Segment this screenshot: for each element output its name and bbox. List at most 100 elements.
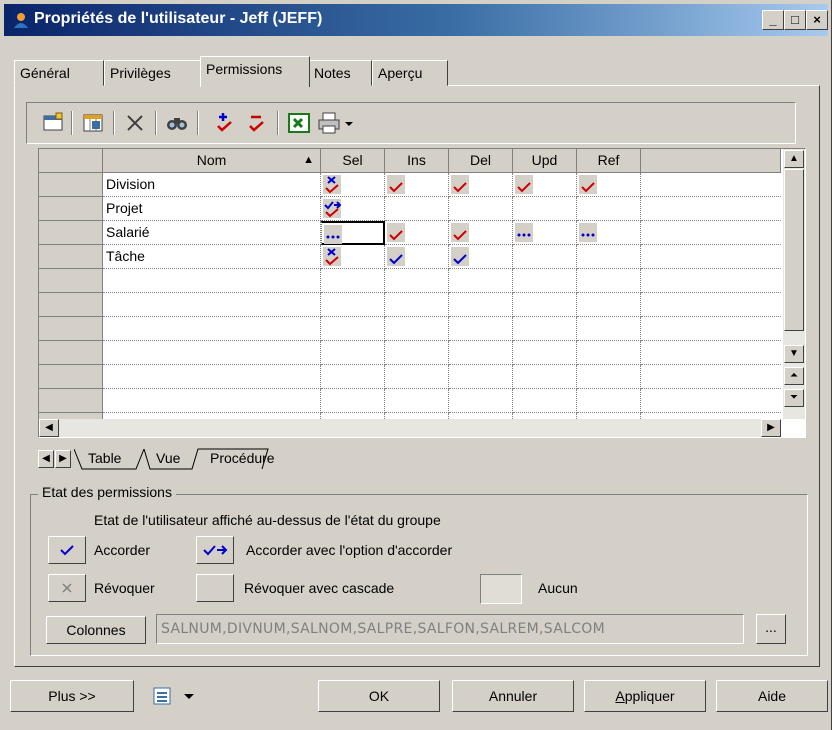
object-name-cell[interactable] — [103, 341, 321, 365]
scroll-thumb[interactable] — [784, 169, 804, 331]
ok-button[interactable]: OK — [318, 680, 440, 712]
permission-cell-sel[interactable] — [321, 173, 385, 197]
permission-cell-upd[interactable] — [513, 293, 577, 317]
vertical-scrollbar[interactable]: ▲ ▼ ⏶ ⏷ — [783, 149, 805, 419]
permission-cell-ins[interactable] — [385, 293, 449, 317]
tab-apercu[interactable]: Aperçu — [372, 60, 448, 86]
column-header-ref[interactable]: Ref — [577, 149, 641, 173]
permission-cell-upd[interactable] — [513, 245, 577, 269]
scroll-top-button[interactable]: ⏶ — [784, 367, 804, 385]
sheet-tab-table[interactable]: Table — [84, 448, 125, 470]
permission-cell-ref[interactable] — [577, 197, 641, 221]
excel-export-icon[interactable] — [287, 111, 311, 135]
permission-cell-ref[interactable] — [577, 389, 641, 413]
permission-cell-ref[interactable] — [577, 341, 641, 365]
row-header[interactable] — [39, 365, 103, 389]
permission-cell-ref[interactable] — [577, 317, 641, 341]
print-icon[interactable] — [317, 111, 341, 135]
sheet-next-button[interactable]: ▶ — [55, 450, 71, 468]
revoke-icon[interactable] — [245, 111, 269, 135]
column-header-nom[interactable]: Nom ▲ — [103, 149, 321, 173]
scroll-right-button[interactable]: ▶ — [761, 419, 781, 437]
permission-cell-del[interactable] — [449, 173, 513, 197]
column-header-upd[interactable]: Upd — [513, 149, 577, 173]
permission-cell-ins[interactable] — [385, 365, 449, 389]
permission-cell-ins[interactable] — [385, 173, 449, 197]
object-name-cell[interactable]: Tâche — [103, 245, 321, 269]
permission-cell-upd[interactable] — [513, 173, 577, 197]
object-name-cell[interactable] — [103, 317, 321, 341]
permission-cell-upd[interactable] — [513, 269, 577, 293]
row-header[interactable] — [39, 245, 103, 269]
properties-icon[interactable] — [41, 111, 65, 135]
permission-cell-sel[interactable] — [321, 293, 385, 317]
permission-cell-sel[interactable] — [321, 365, 385, 389]
scroll-left-button[interactable]: ◀ — [39, 419, 59, 437]
row-header[interactable] — [39, 293, 103, 317]
permission-cell-ins[interactable] — [385, 197, 449, 221]
close-button[interactable]: × — [806, 10, 828, 30]
permission-cell-ref[interactable] — [577, 221, 641, 245]
browse-columns-button[interactable]: ... — [756, 614, 786, 644]
column-header-del[interactable]: Del — [449, 149, 513, 173]
permission-cell-sel[interactable] — [321, 269, 385, 293]
row-header[interactable] — [39, 389, 103, 413]
scroll-up-button[interactable]: ▲ — [784, 150, 804, 168]
row-header[interactable] — [39, 269, 103, 293]
options-dropdown[interactable] — [146, 680, 206, 712]
permission-cell-upd[interactable] — [513, 389, 577, 413]
sheet-prev-button[interactable]: ◀ — [38, 450, 54, 468]
permission-cell-del[interactable] — [449, 197, 513, 221]
column-header-ins[interactable]: Ins — [385, 149, 449, 173]
tab-notes[interactable]: Notes — [308, 60, 372, 86]
object-name-cell[interactable] — [103, 389, 321, 413]
permission-cell-del[interactable] — [449, 293, 513, 317]
row-header[interactable] — [39, 221, 103, 245]
row-header[interactable] — [39, 173, 103, 197]
find-icon[interactable] — [165, 111, 189, 135]
tab-general[interactable]: Général — [14, 60, 104, 86]
object-name-cell[interactable] — [103, 269, 321, 293]
delete-icon[interactable] — [123, 111, 147, 135]
horizontal-scrollbar[interactable]: ◀ ▶ — [39, 419, 781, 437]
permission-cell-ref[interactable] — [577, 245, 641, 269]
permission-cell-ins[interactable] — [385, 269, 449, 293]
column-header-sel[interactable]: Sel — [321, 149, 385, 173]
add-columns-icon[interactable] — [81, 111, 105, 135]
permission-cell-del[interactable] — [449, 317, 513, 341]
dropdown-arrow-icon[interactable] — [341, 111, 357, 135]
columns-field[interactable]: SALNUM,DIVNUM,SALNOM,SALPRE,SALFON,SALRE… — [156, 614, 744, 644]
permission-cell-del[interactable] — [449, 245, 513, 269]
permission-cell-del[interactable] — [449, 221, 513, 245]
maximize-button[interactable]: □ — [784, 10, 806, 30]
permission-cell-del[interactable] — [449, 269, 513, 293]
tab-privileges[interactable]: Privilèges — [104, 60, 202, 86]
permission-cell-ins[interactable] — [385, 389, 449, 413]
permission-cell-ref[interactable] — [577, 365, 641, 389]
permission-cell-upd[interactable] — [513, 317, 577, 341]
permission-cell-upd[interactable] — [513, 197, 577, 221]
more-button[interactable]: Plus >> — [10, 680, 134, 712]
object-name-cell[interactable]: Salarié — [103, 221, 321, 245]
row-header[interactable] — [39, 197, 103, 221]
permission-cell-del[interactable] — [449, 389, 513, 413]
row-header[interactable] — [39, 317, 103, 341]
permission-cell-sel[interactable] — [321, 245, 385, 269]
sheet-tab-vue[interactable]: Vue — [152, 448, 184, 470]
grant-icon[interactable] — [213, 111, 237, 135]
minimize-button[interactable]: _ — [762, 10, 784, 30]
row-header[interactable] — [39, 341, 103, 365]
columns-button[interactable]: Colonnes — [46, 616, 146, 644]
permission-cell-sel[interactable] — [321, 197, 385, 221]
permission-cell-upd[interactable] — [513, 341, 577, 365]
permission-cell-sel[interactable] — [321, 221, 385, 245]
permission-cell-sel[interactable] — [321, 341, 385, 365]
permission-cell-ins[interactable] — [385, 341, 449, 365]
permission-cell-ins[interactable] — [385, 245, 449, 269]
cancel-button[interactable]: Annuler — [452, 680, 574, 712]
permission-cell-sel[interactable] — [321, 317, 385, 341]
permission-cell-ins[interactable] — [385, 317, 449, 341]
scroll-down-button[interactable]: ▼ — [784, 345, 804, 363]
permission-cell-ref[interactable] — [577, 173, 641, 197]
object-name-cell[interactable]: Projet — [103, 197, 321, 221]
